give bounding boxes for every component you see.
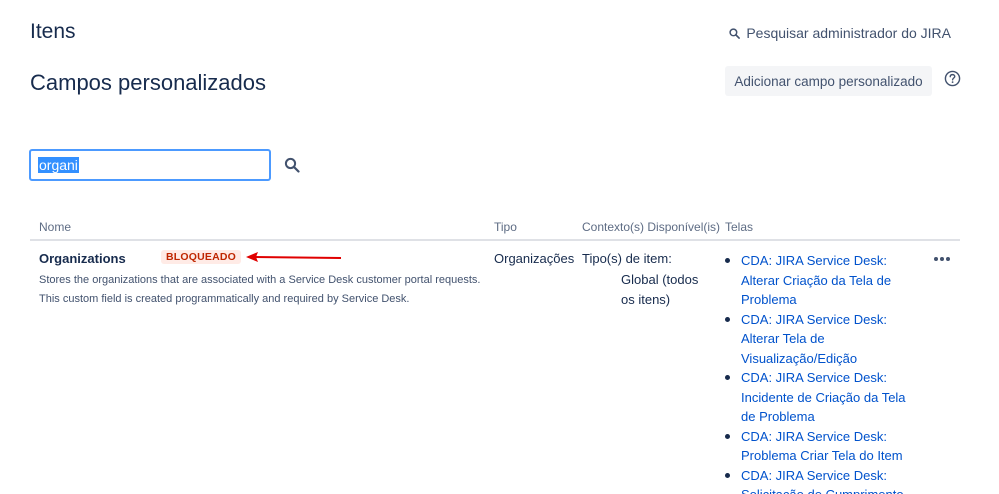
help-icon[interactable] (944, 70, 961, 87)
section-title: Itens (30, 20, 76, 43)
search-input[interactable]: organi (29, 149, 271, 181)
screen-link[interactable]: CDA: JIRA Service Desk: Incidente de Cri… (723, 368, 923, 427)
arrow-annotation (246, 252, 342, 262)
column-header-name: Nome (39, 220, 72, 234)
column-header-context: Contexto(s) Disponível(is) (582, 220, 721, 234)
more-icon[interactable] (933, 256, 951, 262)
screen-link[interactable]: CDA: JIRA Service Desk: Problema Criar T… (723, 427, 923, 466)
screens-list: CDA: JIRA Service Desk: Alterar Criação … (723, 251, 923, 494)
screen-link[interactable]: CDA: JIRA Service Desk: Alterar Criação … (723, 251, 923, 310)
search-icon[interactable] (284, 157, 300, 173)
page-title: Campos personalizados (30, 70, 267, 95)
add-custom-field-button[interactable]: Adicionar campo personalizado (725, 66, 932, 96)
screen-link[interactable]: CDA: JIRA Service Desk: Solicitação de C… (723, 466, 923, 494)
search-icon (729, 27, 741, 39)
field-name: Organizations (39, 251, 126, 266)
admin-search-label: Pesquisar administrador do JIRA (746, 25, 951, 41)
column-header-type: Tipo (494, 220, 517, 234)
context-label: Tipo(s) de item: (582, 251, 672, 266)
search-input-value: organi (38, 157, 79, 173)
admin-search-link[interactable]: Pesquisar administrador do JIRA (729, 25, 951, 41)
table-header: Nome Tipo Contexto(s) Disponível(is) Tel… (30, 213, 960, 241)
field-type: Organizações (494, 251, 575, 266)
screen-link[interactable]: CDA: JIRA Service Desk: Alterar Tela de … (723, 310, 923, 369)
field-description: Stores the organizations that are associ… (39, 274, 481, 305)
context-value: Global (todos os itens) (621, 272, 699, 307)
locked-badge: BLOQUEADO (161, 250, 242, 264)
column-header-screens: Telas (725, 220, 754, 234)
